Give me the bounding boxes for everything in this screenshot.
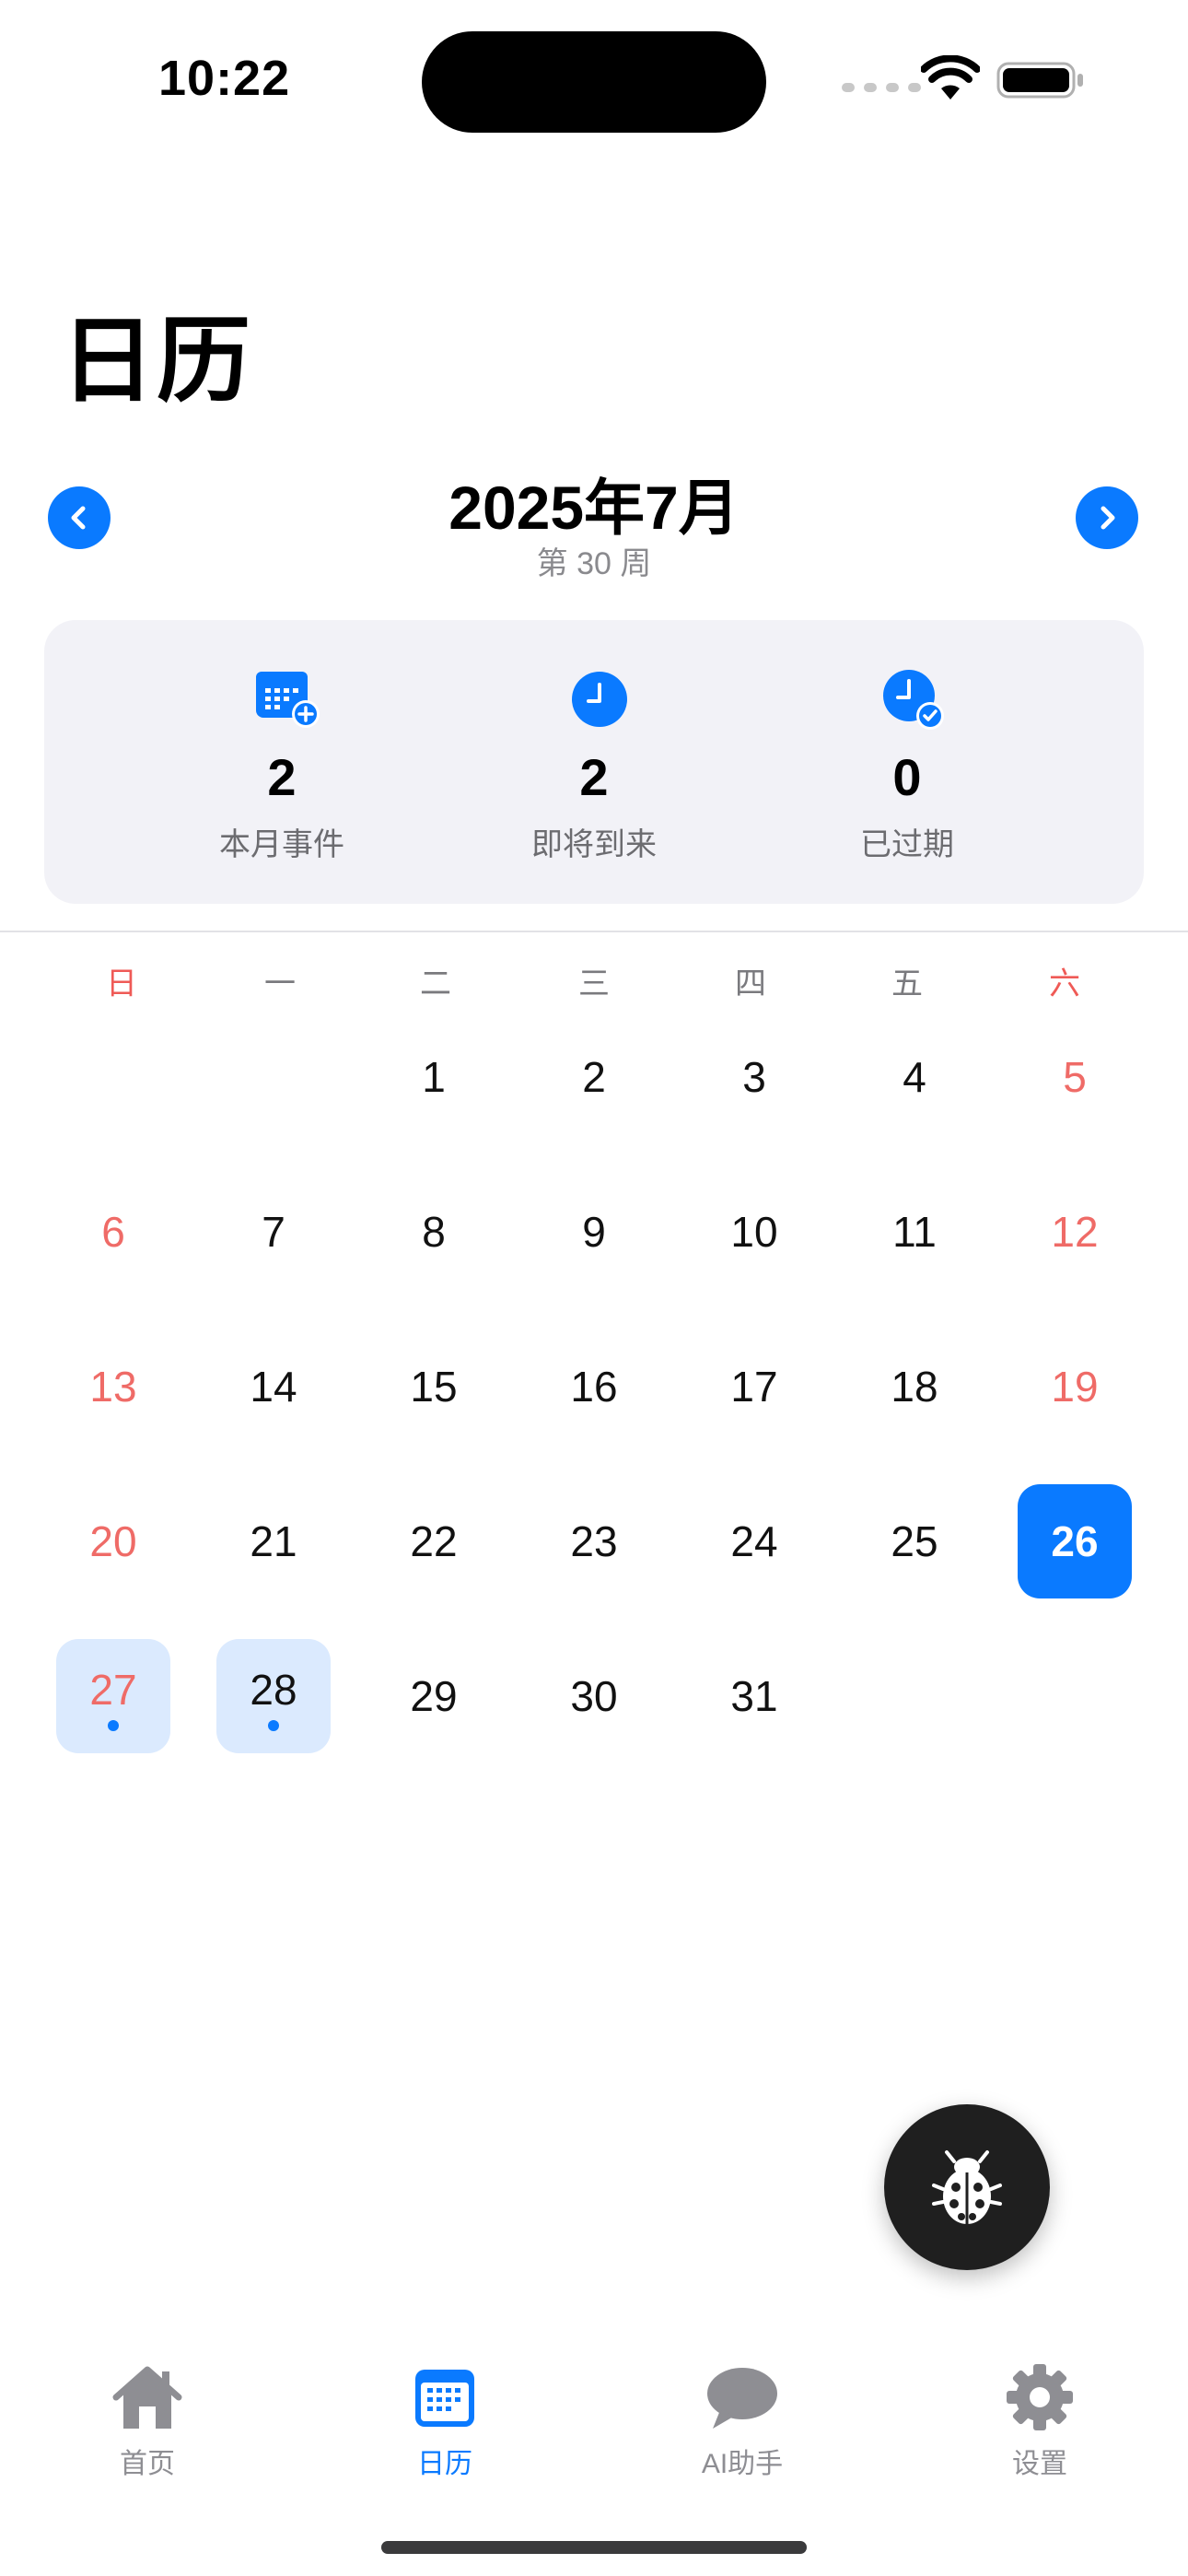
calendar-day[interactable]: 17 (697, 1329, 811, 1444)
calendar-day[interactable]: 15 (377, 1329, 491, 1444)
calendar-day[interactable]: 28 (216, 1639, 331, 1753)
calendar-day-number: 3 (742, 1053, 766, 1101)
calendar-day-number: 4 (903, 1053, 926, 1101)
calendar-day-number: 16 (570, 1363, 618, 1411)
calendar-day[interactable]: 19 (1018, 1329, 1132, 1444)
calendar-day-number: 19 (1051, 1363, 1099, 1411)
calendar-day-number: 14 (250, 1363, 297, 1411)
calendar-day-number: 6 (101, 1208, 125, 1256)
calendar-day[interactable]: 9 (537, 1175, 651, 1289)
calendar-day[interactable]: 25 (857, 1484, 972, 1598)
calendar-day[interactable]: 5 (1018, 1020, 1132, 1134)
calendar-day-number: 20 (89, 1517, 137, 1565)
tab-label: 首页 (120, 2449, 175, 2479)
calendar-day-number: 9 (582, 1208, 606, 1256)
calendar-grid: 1 2 3 4 5 6 7 8 9 10 11 12 13 14 15 16 17 18 19 20 21 22 23 24 2… (0, 0, 1188, 1843)
calendar-day-number: 13 (89, 1363, 137, 1411)
calendar-day-number: 10 (730, 1208, 778, 1256)
calendar-day-number: 22 (410, 1517, 458, 1565)
calendar-day[interactable]: 6 (56, 1175, 170, 1289)
event-dot (108, 1720, 119, 1731)
chat-bubble-icon (707, 2368, 777, 2429)
calendar-day-number: 21 (250, 1517, 297, 1565)
calendar-day-number: 31 (730, 1672, 778, 1720)
calendar-day-number: 26 (1051, 1517, 1099, 1565)
calendar-day-number: 2 (582, 1053, 606, 1101)
tab-label: 日历 (417, 2449, 472, 2479)
calendar-day-number: 24 (730, 1517, 778, 1565)
calendar-day-number: 27 (89, 1666, 137, 1714)
calendar-day[interactable]: 26 (1018, 1484, 1132, 1598)
calendar-day-number: 12 (1051, 1208, 1099, 1256)
calendar-day[interactable]: 16 (537, 1329, 651, 1444)
home-indicator (381, 2541, 807, 2554)
calendar-day[interactable]: 24 (697, 1484, 811, 1598)
calendar-day[interactable]: 29 (377, 1639, 491, 1753)
calendar-day[interactable]: 13 (56, 1329, 170, 1444)
home-icon (112, 2366, 182, 2429)
calendar-day-number: 25 (891, 1517, 938, 1565)
calendar-icon (415, 2370, 474, 2427)
calendar-day[interactable]: 12 (1018, 1175, 1132, 1289)
tab-label: AI助手 (701, 2449, 784, 2479)
calendar-day[interactable]: 14 (216, 1329, 331, 1444)
debug-button[interactable] (884, 2104, 1050, 2270)
calendar-day[interactable]: 23 (537, 1484, 651, 1598)
tab-calendar[interactable]: 日历 (353, 2362, 537, 2481)
calendar-day-number: 7 (262, 1208, 285, 1256)
calendar-day[interactable]: 31 (697, 1639, 811, 1753)
calendar-day[interactable]: 18 (857, 1329, 972, 1444)
calendar-day[interactable]: 7 (216, 1175, 331, 1289)
tab-label: 设置 (1012, 2449, 1067, 2479)
calendar-day-number: 18 (891, 1363, 938, 1411)
calendar-day[interactable]: 4 (857, 1020, 972, 1134)
calendar-day-number: 8 (422, 1208, 446, 1256)
calendar-day[interactable]: 8 (377, 1175, 491, 1289)
calendar-day[interactable]: 22 (377, 1484, 491, 1598)
calendar-day-number: 23 (570, 1517, 618, 1565)
calendar-day[interactable]: 21 (216, 1484, 331, 1598)
calendar-day[interactable]: 11 (857, 1175, 972, 1289)
calendar-day-number: 17 (730, 1363, 778, 1411)
calendar-day-number: 28 (250, 1666, 297, 1714)
calendar-day-number: 15 (410, 1363, 458, 1411)
calendar-day[interactable]: 30 (537, 1639, 651, 1753)
tab-settings[interactable]: 设置 (948, 2362, 1132, 2481)
event-dot (268, 1720, 279, 1731)
calendar-day-number: 1 (422, 1053, 446, 1101)
calendar-day[interactable]: 1 (377, 1020, 491, 1134)
calendar-day[interactable]: 2 (537, 1020, 651, 1134)
tab-ai-assistant[interactable]: AI助手 (650, 2362, 834, 2481)
calendar-day[interactable]: 10 (697, 1175, 811, 1289)
calendar-day-number: 29 (410, 1672, 458, 1720)
calendar-day[interactable]: 27 (56, 1639, 170, 1753)
calendar-day-number: 11 (892, 1208, 937, 1256)
calendar-day-number: 5 (1063, 1053, 1087, 1101)
ladybug-icon (932, 2150, 1002, 2224)
calendar-day-number: 30 (570, 1672, 618, 1720)
calendar-day[interactable]: 3 (697, 1020, 811, 1134)
calendar-day[interactable]: 20 (56, 1484, 170, 1598)
gear-icon (1007, 2364, 1073, 2430)
tab-home[interactable]: 首页 (55, 2362, 239, 2481)
